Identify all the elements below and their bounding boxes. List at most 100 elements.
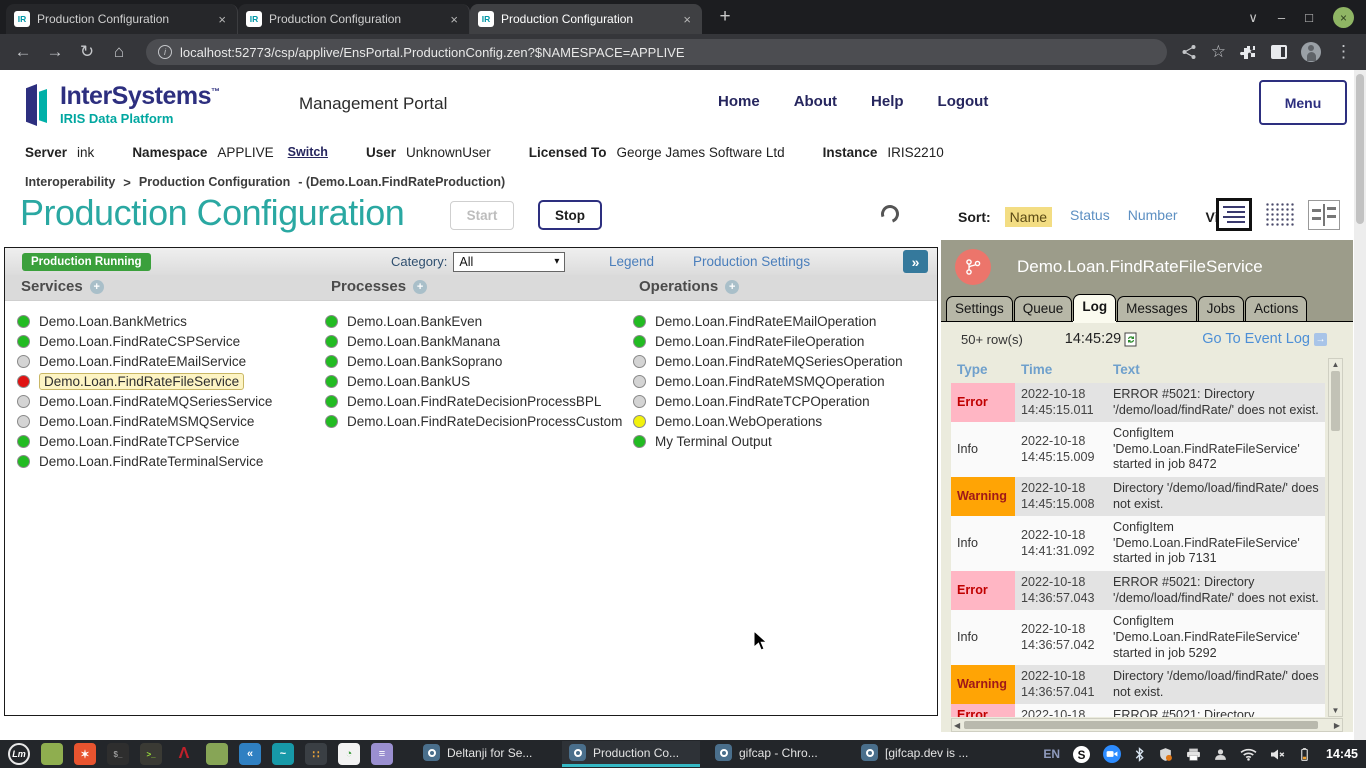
shield-icon[interactable]	[1158, 747, 1173, 762]
sort-option-name[interactable]: Name	[1005, 207, 1052, 227]
browser-tab[interactable]: IRProduction Configuration×	[470, 4, 702, 34]
taskbar-window[interactable]: gifcap - Chro...	[708, 741, 846, 767]
tab-close-icon[interactable]: ×	[215, 12, 229, 27]
config-item[interactable]: My Terminal Output	[633, 431, 903, 451]
tab-close-icon[interactable]: ×	[680, 12, 694, 27]
tab-queue[interactable]: Queue	[1014, 296, 1073, 321]
log-row[interactable]: Error2022-10-1814:36:57.043ERROR #5021: …	[951, 571, 1325, 610]
user-icon[interactable]	[1214, 748, 1227, 761]
nav-link-about[interactable]: About	[794, 93, 837, 110]
config-item[interactable]: Demo.Loan.BankEven	[325, 311, 622, 331]
legend-link[interactable]: Legend	[609, 254, 654, 269]
go-to-event-log-link[interactable]: Go To Event Log →	[1202, 331, 1327, 347]
site-info-icon[interactable]: i	[158, 45, 172, 59]
list-view-icon[interactable]	[1216, 198, 1252, 231]
nav-link-home[interactable]: Home	[718, 93, 760, 110]
log-row[interactable]: Error2022-10-1814:45:15.011ERROR #5021: …	[951, 383, 1325, 422]
config-item-name[interactable]: Demo.Loan.WebOperations	[655, 414, 822, 429]
config-item[interactable]: Demo.Loan.FindRateMQSeriesOperation	[633, 351, 903, 371]
sort-option-number[interactable]: Number	[1128, 207, 1178, 227]
red-app-icon[interactable]: Λ	[173, 743, 195, 765]
scroll-up-icon[interactable]: ▲	[1329, 360, 1342, 369]
flame-app-icon[interactable]: ✶	[74, 743, 96, 765]
config-item-name[interactable]: Demo.Loan.FindRateEMailOperation	[655, 314, 876, 329]
log-row[interactable]: Error2022-10-18ERROR #5021: Directory	[951, 704, 1325, 717]
config-item[interactable]: Demo.Loan.FindRateTCPOperation	[633, 391, 903, 411]
tab-search-chevron-icon[interactable]: ∨	[1248, 10, 1258, 26]
address-bar[interactable]: i localhost:52773/csp/applive/EnsPortal.…	[146, 39, 1167, 65]
browser-tab[interactable]: IRProduction Configuration×	[6, 4, 238, 34]
config-item[interactable]: Demo.Loan.FindRateMSMQService	[17, 411, 272, 431]
config-item-name[interactable]: Demo.Loan.BankEven	[347, 314, 482, 329]
config-item-name[interactable]: Demo.Loan.BankMetrics	[39, 314, 187, 329]
tab-settings[interactable]: Settings	[946, 296, 1013, 321]
config-item-name[interactable]: Demo.Loan.FindRateFileService	[39, 373, 244, 390]
taskbar-window[interactable]: Production Co...	[562, 741, 700, 767]
log-row[interactable]: Info2022-10-1814:45:15.009ConfigItem 'De…	[951, 422, 1325, 477]
config-item[interactable]: Demo.Loan.FindRateTerminalService	[17, 451, 272, 471]
namespace-switch-link[interactable]: Switch	[288, 145, 328, 159]
refresh-log-icon[interactable]	[1124, 332, 1138, 347]
skype-icon[interactable]: S	[1073, 746, 1090, 763]
show-desktop-icon[interactable]	[41, 743, 63, 765]
config-item-name[interactable]: Demo.Loan.FindRateDecisionProcessBPL	[347, 394, 601, 409]
breadcrumb-page[interactable]: Production Configuration	[139, 175, 290, 189]
printer-icon[interactable]	[1186, 748, 1201, 761]
log-row[interactable]: Warning2022-10-1814:36:57.041Directory '…	[951, 665, 1325, 704]
scroll-left-icon[interactable]: ◀	[954, 721, 960, 730]
language-indicator[interactable]: EN	[1043, 747, 1060, 761]
profile-avatar-icon[interactable]	[1301, 42, 1321, 62]
terminal-icon[interactable]: $_	[107, 743, 129, 765]
breadcrumb-root[interactable]: Interoperability	[25, 175, 115, 189]
config-item-name[interactable]: Demo.Loan.BankSoprano	[347, 354, 502, 369]
close-window-icon[interactable]: ×	[1333, 7, 1354, 28]
files-icon[interactable]	[206, 743, 228, 765]
config-item[interactable]: Demo.Loan.FindRateMSMQOperation	[633, 371, 903, 391]
config-item[interactable]: Demo.Loan.FindRateFileOperation	[633, 331, 903, 351]
vscode-icon[interactable]: «	[239, 743, 261, 765]
config-item-name[interactable]: Demo.Loan.FindRateTCPOperation	[655, 394, 870, 409]
config-item[interactable]: Demo.Loan.BankManana	[325, 331, 622, 351]
log-vertical-scrollbar[interactable]: ▲ ▼	[1328, 358, 1343, 717]
tab-jobs[interactable]: Jobs	[1198, 296, 1245, 321]
scroll-down-icon[interactable]: ▼	[1329, 706, 1342, 715]
config-item[interactable]: Demo.Loan.FindRateEMailService	[17, 351, 272, 371]
nav-link-help[interactable]: Help	[871, 93, 904, 110]
calculator-icon[interactable]: ∷	[305, 743, 327, 765]
expand-panel-button[interactable]: »	[903, 250, 928, 273]
log-row[interactable]: Warning2022-10-1814:45:15.008Directory '…	[951, 477, 1325, 516]
home-icon[interactable]: ⌂	[106, 42, 132, 62]
mint-menu-icon[interactable]: Lm	[8, 743, 30, 765]
audio-app-icon[interactable]: ~	[272, 743, 294, 765]
menu-button[interactable]: Menu	[1259, 80, 1347, 125]
extensions-puzzle-icon[interactable]	[1240, 44, 1257, 61]
terminal-alt-icon[interactable]: >_	[140, 743, 162, 765]
config-item-name[interactable]: Demo.Loan.BankUS	[347, 374, 470, 389]
config-item[interactable]: Demo.Loan.BankUS	[325, 371, 622, 391]
add-item-icon[interactable]: +	[90, 280, 104, 294]
stop-button[interactable]: Stop	[538, 200, 602, 230]
log-row[interactable]: Info2022-10-1814:41:31.092ConfigItem 'De…	[951, 516, 1325, 571]
add-item-icon[interactable]: +	[725, 280, 739, 294]
maximize-icon[interactable]: □	[1305, 10, 1313, 25]
production-settings-link[interactable]: Production Settings	[693, 254, 810, 269]
bluetooth-icon[interactable]	[1134, 747, 1145, 762]
config-item-name[interactable]: My Terminal Output	[655, 434, 772, 449]
config-item-name[interactable]: Demo.Loan.BankManana	[347, 334, 500, 349]
tab-messages[interactable]: Messages	[1117, 296, 1197, 321]
config-item[interactable]: Demo.Loan.FindRateMQSeriesService	[17, 391, 272, 411]
share-icon[interactable]	[1181, 44, 1197, 60]
config-item-name[interactable]: Demo.Loan.FindRateMSMQService	[39, 414, 254, 429]
sidebar-icon[interactable]	[1271, 45, 1287, 59]
split-view-icon[interactable]	[1308, 200, 1340, 230]
nav-link-logout[interactable]: Logout	[938, 93, 989, 110]
volume-muted-icon[interactable]	[1270, 748, 1286, 761]
config-item-name[interactable]: Demo.Loan.FindRateCSPService	[39, 334, 240, 349]
config-item-name[interactable]: Demo.Loan.FindRateEMailService	[39, 354, 246, 369]
forward-icon[interactable]: →	[42, 42, 68, 62]
config-item[interactable]: Demo.Loan.FindRateEMailOperation	[633, 311, 903, 331]
config-item-name[interactable]: Demo.Loan.FindRateMQSeriesOperation	[655, 354, 903, 369]
config-item[interactable]: Demo.Loan.FindRateDecisionProcessCustom	[325, 411, 622, 431]
minimize-icon[interactable]: –	[1278, 10, 1285, 25]
battery-icon[interactable]	[1299, 747, 1310, 762]
